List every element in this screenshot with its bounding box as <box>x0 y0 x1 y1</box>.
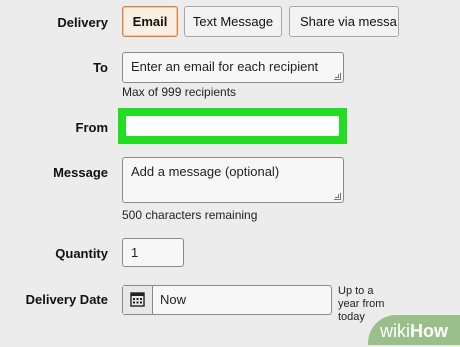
wikihow-watermark: wikiHow <box>368 315 460 345</box>
delivery-date-field[interactable]: Now <box>122 285 332 315</box>
message-field-text: Add a message (optional) <box>131 164 280 179</box>
quantity-field-text: 1 <box>131 245 139 260</box>
email-option-button[interactable]: Email <box>122 6 178 37</box>
text-message-option-button[interactable]: Text Message <box>184 6 282 37</box>
watermark-how: How <box>410 321 448 341</box>
calendar-icon[interactable] <box>123 286 153 314</box>
resize-handle-icon[interactable] <box>334 193 341 200</box>
quantity-field[interactable]: 1 <box>122 238 184 267</box>
resize-handle-icon[interactable] <box>334 73 341 80</box>
to-field[interactable]: Enter an email for each recipient <box>122 52 344 83</box>
delivery-date-label: Delivery Date <box>25 292 108 307</box>
to-field-text: Enter an email for each recipient <box>131 59 319 74</box>
message-label: Message <box>53 165 108 180</box>
from-field[interactable] <box>126 116 339 136</box>
from-label: From <box>75 120 109 135</box>
quantity-label: Quantity <box>55 246 108 261</box>
to-label: To <box>93 60 108 75</box>
share-via-message-option-button[interactable]: Share via messa <box>289 6 399 37</box>
message-field[interactable]: Add a message (optional) <box>122 157 344 203</box>
watermark-wiki: wiki <box>380 321 410 341</box>
delivery-date-text: Now <box>160 292 187 307</box>
to-hint: Max of 999 recipients <box>122 85 237 99</box>
delivery-label: Delivery <box>57 15 108 30</box>
from-field-highlight <box>118 108 347 144</box>
message-hint: 500 characters remaining <box>122 208 258 222</box>
